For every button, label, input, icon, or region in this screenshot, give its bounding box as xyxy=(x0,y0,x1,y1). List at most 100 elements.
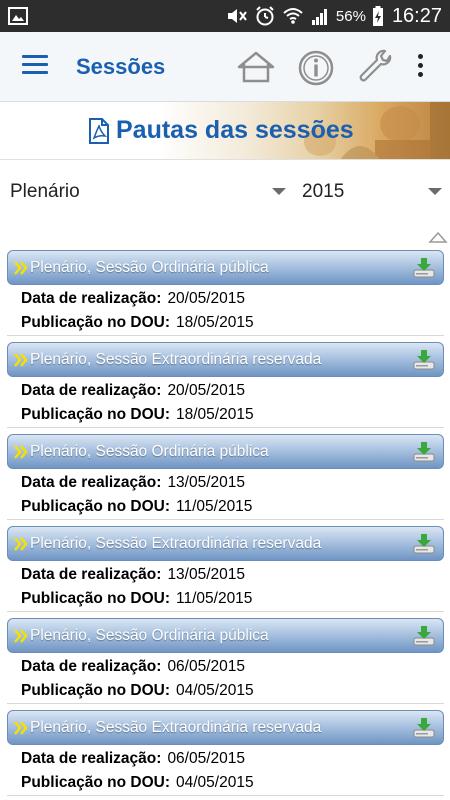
colegiado-value: Plenário xyxy=(10,181,80,202)
data-realizacao-label: Data de realização: xyxy=(21,750,162,767)
data-realizacao-label: Data de realização: xyxy=(21,566,162,583)
session-header[interactable]: Plenário, Sessão Extraordinária reservad… xyxy=(7,342,444,377)
download-icon[interactable] xyxy=(412,532,436,556)
app-title: Sessões xyxy=(76,54,166,79)
double-chevron-icon xyxy=(14,353,28,367)
data-realizacao-row: Data de realização: 13/05/2015 xyxy=(21,566,245,584)
session-header[interactable]: Plenário, Sessão Extraordinária reservad… xyxy=(7,526,444,561)
session-header[interactable]: Plenário, Sessão Extraordinária reservad… xyxy=(7,710,444,745)
data-realizacao-value: 13/05/2015 xyxy=(167,566,246,583)
data-realizacao-row: Data de realização: 13/05/2015 xyxy=(21,474,245,492)
publicacao-dou-label: Publicação no DOU: xyxy=(21,682,170,699)
publicacao-dou-value: 18/05/2015 xyxy=(176,406,254,423)
publicacao-dou-row: Publicação no DOU: 18/05/2015 xyxy=(21,406,254,424)
publicacao-dou-row: Publicação no DOU: 11/05/2015 xyxy=(21,498,252,516)
session-details: Data de realização: 13/05/2015 Publicação… xyxy=(7,561,444,612)
pdf-icon xyxy=(89,117,109,144)
session-title: Plenário, Sessão Extraordinária reservad… xyxy=(30,351,322,368)
double-chevron-icon xyxy=(14,261,28,275)
wifi-icon xyxy=(283,8,303,24)
download-icon[interactable] xyxy=(412,256,436,280)
publicacao-dou-value: 11/05/2015 xyxy=(176,498,253,515)
publicacao-dou-value: 18/05/2015 xyxy=(176,314,254,331)
overflow-menu-icon[interactable] xyxy=(410,54,430,82)
info-icon[interactable] xyxy=(296,48,336,88)
banner-title: Pautas das sessões xyxy=(88,116,354,145)
publicacao-dou-value: 11/05/2015 xyxy=(176,590,253,607)
banner-title-text: Pautas das sessões xyxy=(116,116,354,144)
wrench-icon[interactable] xyxy=(356,48,396,88)
session-item: Plenário, Sessão Ordinária pública Data … xyxy=(7,618,444,704)
download-icon[interactable] xyxy=(412,624,436,648)
session-item: Plenário, Sessão Extraordinária reservad… xyxy=(7,710,444,796)
dropdown-caret-icon xyxy=(428,188,442,195)
menu-icon[interactable] xyxy=(22,55,48,77)
clock: 16:27 xyxy=(391,4,442,27)
session-header[interactable]: Plenário, Sessão Ordinária pública xyxy=(7,250,444,285)
double-chevron-icon xyxy=(14,537,28,551)
colegiado-select[interactable]: Plenário xyxy=(10,168,290,216)
battery-percent: 56% xyxy=(335,7,366,25)
session-header[interactable]: Plenário, Sessão Ordinária pública xyxy=(7,618,444,653)
session-item: Plenário, Sessão Ordinária pública Data … xyxy=(7,434,444,520)
double-chevron-icon xyxy=(14,721,28,735)
publicacao-dou-value: 04/05/2015 xyxy=(176,774,254,791)
mute-icon xyxy=(227,9,247,23)
data-realizacao-label: Data de realização: xyxy=(21,658,162,675)
session-details: Data de realização: 20/05/2015 Publicação… xyxy=(7,377,444,428)
session-title: Plenário, Sessão Ordinária pública xyxy=(30,259,269,276)
publicacao-dou-label: Publicação no DOU: xyxy=(21,314,170,331)
banner: Pautas das sessões xyxy=(0,102,450,160)
app-bar: Sessões xyxy=(0,32,450,102)
data-realizacao-row: Data de realização: 20/05/2015 xyxy=(21,382,245,400)
download-icon[interactable] xyxy=(412,348,436,372)
session-item: Plenário, Sessão Extraordinária reservad… xyxy=(7,526,444,612)
download-icon[interactable] xyxy=(412,716,436,740)
data-realizacao-row: Data de realização: 20/05/2015 xyxy=(21,290,245,308)
data-realizacao-label: Data de realização: xyxy=(21,290,162,307)
session-details: Data de realização: 13/05/2015 Publicação… xyxy=(7,469,444,520)
data-realizacao-row: Data de realização: 06/05/2015 xyxy=(21,750,245,768)
year-value: 2015 xyxy=(302,181,345,202)
session-item: Plenário, Sessão Extraordinária reservad… xyxy=(7,342,444,428)
session-title: Plenário, Sessão Ordinária pública xyxy=(30,627,269,644)
publicacao-dou-label: Publicação no DOU: xyxy=(21,498,170,515)
filters: Plenário 2015 xyxy=(0,168,450,216)
data-realizacao-value: 06/05/2015 xyxy=(167,750,246,767)
dropdown-caret-icon xyxy=(272,188,286,195)
publicacao-dou-row: Publicação no DOU: 04/05/2015 xyxy=(21,682,254,700)
publicacao-dou-row: Publicação no DOU: 18/05/2015 xyxy=(21,314,254,332)
home-icon[interactable] xyxy=(236,48,276,88)
session-title: Plenário, Sessão Extraordinária reservad… xyxy=(30,535,322,552)
signal-icon xyxy=(311,9,327,25)
publicacao-dou-label: Publicação no DOU: xyxy=(21,590,170,607)
session-title: Plenário, Sessão Ordinária pública xyxy=(30,443,269,460)
data-realizacao-value: 06/05/2015 xyxy=(167,658,246,675)
session-title: Plenário, Sessão Extraordinária reservad… xyxy=(30,719,322,736)
data-realizacao-label: Data de realização: xyxy=(21,382,162,399)
session-details: Data de realização: 06/05/2015 Publicação… xyxy=(7,653,444,704)
data-realizacao-value: 13/05/2015 xyxy=(167,474,246,491)
session-details: Data de realização: 20/05/2015 Publicação… xyxy=(7,285,444,336)
data-realizacao-value: 20/05/2015 xyxy=(167,290,246,307)
publicacao-dou-label: Publicação no DOU: xyxy=(21,774,170,791)
data-realizacao-value: 20/05/2015 xyxy=(167,382,246,399)
year-select[interactable]: 2015 xyxy=(302,168,446,216)
session-header[interactable]: Plenário, Sessão Ordinária pública xyxy=(7,434,444,469)
publicacao-dou-label: Publicação no DOU: xyxy=(21,406,170,423)
publicacao-dou-row: Publicação no DOU: 11/05/2015 xyxy=(21,590,252,608)
double-chevron-icon xyxy=(14,445,28,459)
publicacao-dou-row: Publicação no DOU: 04/05/2015 xyxy=(21,774,254,792)
session-details: Data de realização: 06/05/2015 Publicação… xyxy=(7,745,444,796)
data-realizacao-label: Data de realização: xyxy=(21,474,162,491)
data-realizacao-row: Data de realização: 06/05/2015 xyxy=(21,658,245,676)
publicacao-dou-value: 04/05/2015 xyxy=(176,682,254,699)
download-icon[interactable] xyxy=(412,440,436,464)
session-item: Plenário, Sessão Ordinária pública Data … xyxy=(7,250,444,336)
scroll-up-icon[interactable] xyxy=(428,230,448,244)
status-bar: 56% 16:27 xyxy=(0,0,450,32)
double-chevron-icon xyxy=(14,629,28,643)
alarm-icon xyxy=(256,6,274,26)
battery-icon xyxy=(372,6,383,26)
gallery-icon xyxy=(8,7,28,25)
